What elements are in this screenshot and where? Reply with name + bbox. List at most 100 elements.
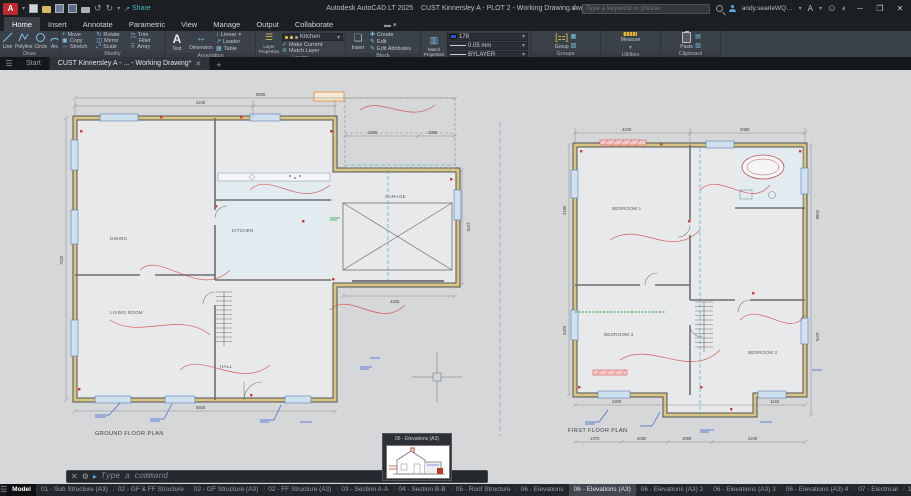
line-button[interactable]: Line xyxy=(2,32,13,50)
layout-tab[interactable]: 10 - Staircase xyxy=(903,484,911,496)
redo-icon[interactable]: ↻ xyxy=(106,4,114,13)
copy-clip-icon[interactable]: ▤ xyxy=(695,33,701,40)
layout-tab[interactable]: 02 - GF Structure (A3) xyxy=(189,484,263,496)
leader-button[interactable]: ↗Leader xyxy=(216,39,241,45)
autocad-window: { "window": { "app_title": "Autodesk Aut… xyxy=(0,0,911,496)
command-input[interactable]: Type a command xyxy=(101,472,168,481)
open-file-icon[interactable] xyxy=(42,6,51,13)
user-avatar-icon[interactable] xyxy=(729,5,736,12)
file-tab-menu-icon[interactable]: ☰ xyxy=(0,59,18,70)
stretch-button[interactable]: ⇔Stretch xyxy=(62,44,94,50)
layout-tab[interactable]: 04 - Section B-B xyxy=(393,484,450,496)
layer-dropdown[interactable]: Kitchen ▾ xyxy=(282,33,343,41)
ribbon-tab[interactable]: Output xyxy=(248,17,287,31)
lineweight-dropdown[interactable]: 0.05 mm ▾ xyxy=(447,42,528,50)
edit-block-button[interactable]: ✎Edit xyxy=(370,39,411,45)
customize-command-icon[interactable]: ⚙ xyxy=(82,473,89,481)
lineweight-icon xyxy=(450,45,466,46)
ribbon-options-icon[interactable]: ▬ ▾ xyxy=(384,21,396,31)
search-input[interactable] xyxy=(582,4,710,14)
layout-tab[interactable]: 02 - FF Structure (A3) xyxy=(263,484,336,496)
ribbon-tab[interactable]: Parametric xyxy=(121,17,173,31)
layout-tab[interactable]: 06 - Elevations (A3) 2 xyxy=(636,484,709,496)
minimize-button[interactable]: ─ xyxy=(853,4,867,13)
dimension-button[interactable]: ↔ Dimension xyxy=(188,33,214,51)
insert-block-button[interactable]: ❏ Insert xyxy=(348,33,368,51)
chevron-down-icon[interactable]: ▾ xyxy=(819,5,822,12)
circle-button[interactable]: Circle xyxy=(35,32,48,50)
chevron-down-icon: ▾ xyxy=(522,33,525,40)
layout-tab[interactable]: 05 - Roof Structure xyxy=(451,484,516,496)
notification-icon[interactable]: ◐ xyxy=(842,4,847,13)
edit-attributes-button[interactable]: ✎Edit Attributes xyxy=(370,46,411,52)
maximize-button[interactable]: ❐ xyxy=(873,4,887,13)
linetype-icon xyxy=(450,54,466,56)
save-icon[interactable] xyxy=(55,4,64,13)
chevron-down-icon[interactable]: ▾ xyxy=(22,5,25,12)
new-tab-button[interactable]: + xyxy=(210,60,227,70)
create-block-button[interactable]: ✚Create xyxy=(370,32,411,38)
text-button[interactable]: A Text xyxy=(168,33,186,52)
layout-tab[interactable]: 06 - Elevations (A3) 3 xyxy=(708,484,781,496)
svg-text:2200: 2200 xyxy=(612,399,622,404)
scale-button[interactable]: ⤢Scale xyxy=(96,44,128,50)
ribbon-tab-bar: HomeInsertAnnotateParametricViewManageOu… xyxy=(0,17,911,31)
layout-tab[interactable]: 06 - Elevations xyxy=(516,484,569,496)
polyline-button[interactable]: Polyline xyxy=(15,32,33,50)
save-as-icon[interactable] xyxy=(68,4,77,13)
layout-tab[interactable]: 06 - Elevations (A3) xyxy=(569,484,636,496)
measure-button[interactable]: Measure ▾ xyxy=(621,32,640,51)
close-button[interactable]: ✕ xyxy=(893,4,907,13)
group-button[interactable]: [⚏] Group xyxy=(555,32,569,50)
search-icon[interactable] xyxy=(716,5,723,12)
layout-preview-thumbnail[interactable] xyxy=(386,445,450,479)
share-button[interactable]: ↗ Share xyxy=(124,5,151,13)
chevron-down-icon[interactable]: ▾ xyxy=(117,5,120,12)
autocad-logo-icon[interactable]: A xyxy=(3,3,18,15)
room-label: LIVING ROOM xyxy=(110,310,143,315)
plot-icon[interactable] xyxy=(81,7,90,13)
layout-tab[interactable]: 02 - GF & FF Structure xyxy=(113,484,189,496)
undo-icon[interactable]: ↺ xyxy=(94,4,102,13)
layout-tab[interactable]: 03 - Section A-A xyxy=(336,484,393,496)
close-command-icon[interactable]: ✕ xyxy=(71,473,78,481)
layout-tab[interactable]: 01 - Sub Structure (A3) xyxy=(36,484,113,496)
svg-text:4425: 4425 xyxy=(390,299,400,304)
ribbon-tab[interactable]: Manage xyxy=(205,17,248,31)
file-tab-document[interactable]: CUST Kinnersley A - ... - Working Drawin… xyxy=(50,57,210,70)
group-edit-icon[interactable]: ▧ xyxy=(571,42,577,49)
chevron-right-icon[interactable]: ▸ xyxy=(573,5,576,12)
layout-tab[interactable]: 07 - Electrical xyxy=(853,484,902,496)
match-properties-button[interactable]: ▥ Match Properties xyxy=(423,35,445,57)
user-name[interactable]: andy.searleWQ… xyxy=(742,5,793,12)
array-button[interactable]: ⠿Array xyxy=(131,44,163,50)
layer-properties-button[interactable]: ☰ Layer Properties xyxy=(258,32,280,54)
ribbon-tab[interactable]: Annotate xyxy=(75,17,121,31)
help-icon[interactable]: ⊙ xyxy=(828,4,836,13)
layout-tab[interactable]: Model xyxy=(7,484,36,496)
table-button[interactable]: ▦Table xyxy=(216,46,241,52)
quick-access-toolbar: A ▾ ↺ ↻ ▾ ↗ Share xyxy=(0,3,151,15)
match-layer-button[interactable]: ≋Match Layer xyxy=(282,48,343,54)
color-dropdown[interactable]: 178 ▾ xyxy=(447,33,528,41)
cut-clip-icon[interactable]: ▥ xyxy=(695,42,701,49)
svg-text:2080: 2080 xyxy=(637,436,647,441)
layout-menu-icon[interactable]: ☰ xyxy=(0,484,7,496)
autodesk-app-icon[interactable]: A xyxy=(808,4,813,13)
layout-tab[interactable]: 06 - Elevations (A3) 4 xyxy=(781,484,854,496)
file-tab-start[interactable]: Start xyxy=(18,57,50,70)
paste-button[interactable]: Paste xyxy=(680,32,693,50)
ribbon-tab[interactable]: Insert xyxy=(40,17,75,31)
linear-button[interactable]: ↕Linear ▾ xyxy=(216,32,241,38)
ribbon-tab[interactable]: Home xyxy=(4,17,40,31)
svg-text:4240: 4240 xyxy=(196,100,206,105)
match-properties-icon: ▥ xyxy=(430,35,439,46)
ribbon-tab[interactable]: View xyxy=(173,17,205,31)
drawing-canvas[interactable]: 4240 8935 2080 1090 4425 7420 5925 1370 … xyxy=(0,70,911,484)
ungroup-icon[interactable]: ▦ xyxy=(571,33,577,40)
ribbon-tab[interactable]: Collaborate xyxy=(287,17,341,31)
arc-button[interactable]: Arc xyxy=(49,32,60,50)
chevron-down-icon[interactable]: ▾ xyxy=(799,5,802,12)
new-file-icon[interactable] xyxy=(29,4,38,13)
close-tab-icon[interactable]: ✕ xyxy=(195,60,201,68)
